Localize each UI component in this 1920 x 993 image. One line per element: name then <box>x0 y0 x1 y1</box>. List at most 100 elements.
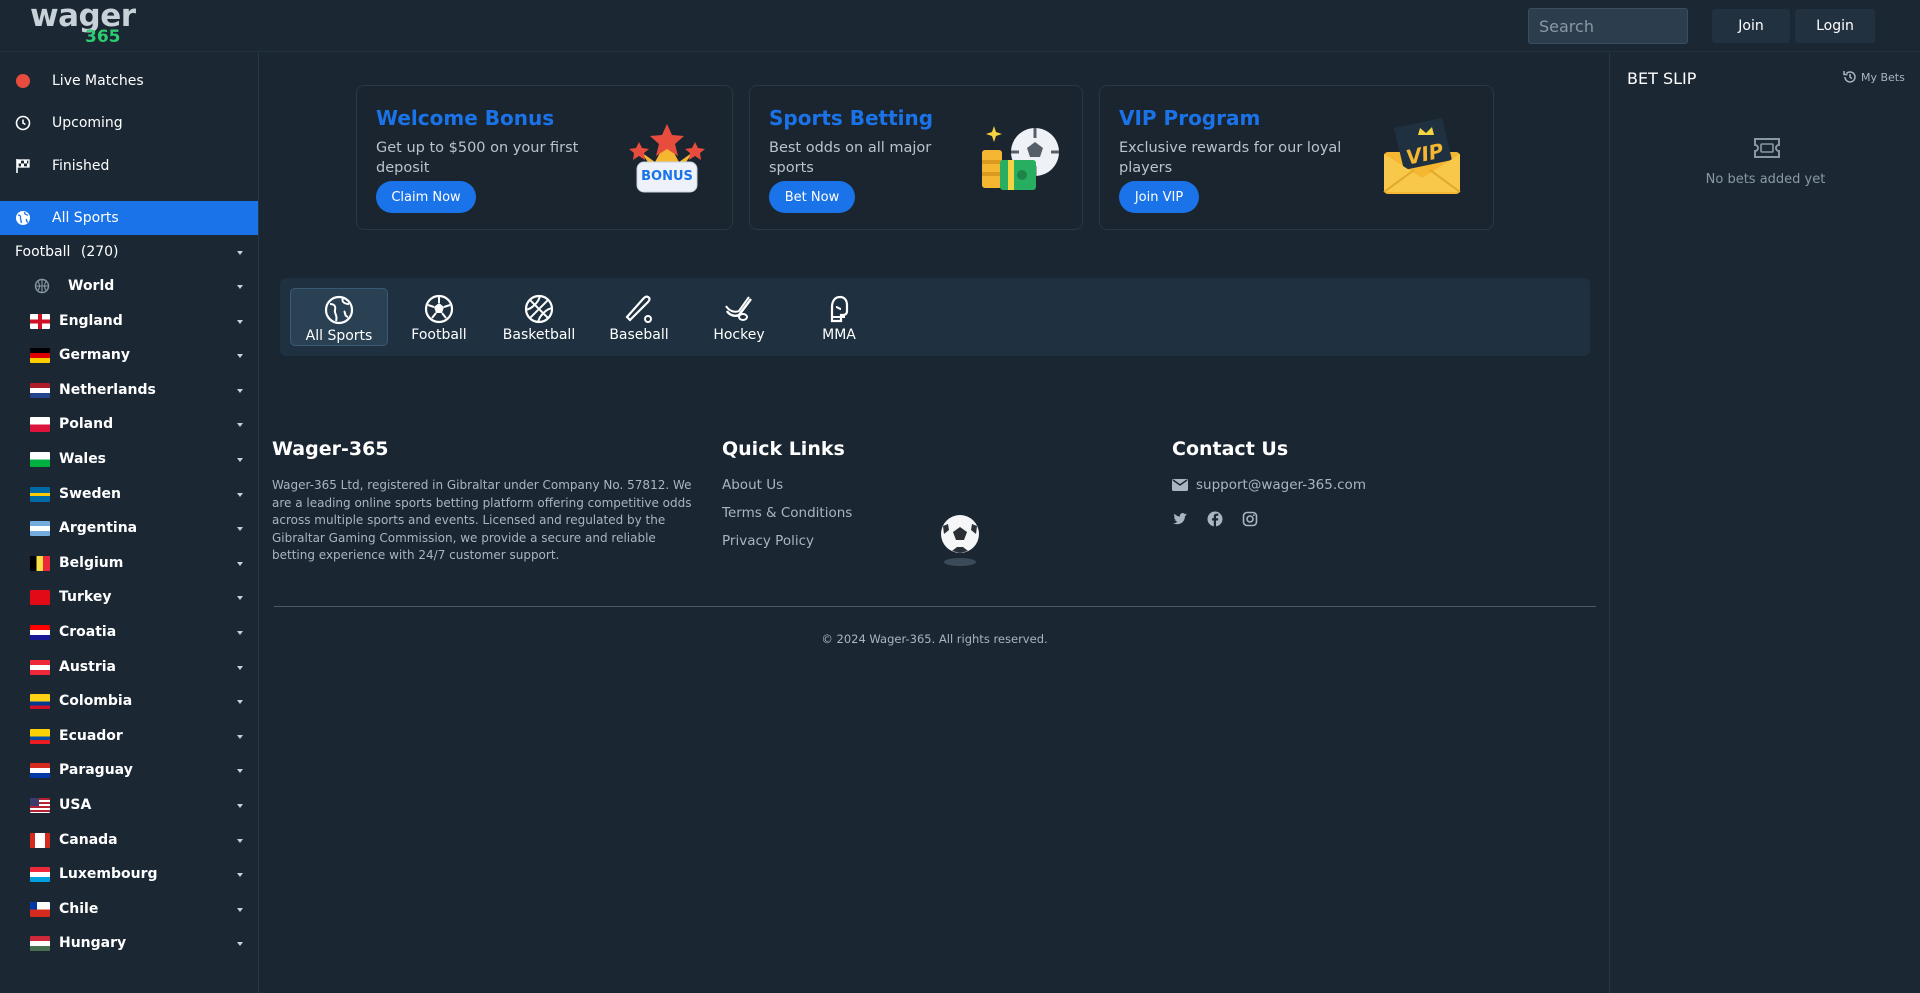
soccer-ball-icon <box>424 294 454 324</box>
sidebar-country-belgium[interactable]: Belgium <box>0 547 258 581</box>
ticket-icon <box>1754 138 1780 158</box>
soccer-ball-icon <box>941 515 979 566</box>
sidebar-item-label: Live Matches <box>52 73 144 89</box>
country-label: Chile <box>59 900 99 917</box>
sidebar-country-canada[interactable]: Canada <box>0 824 258 858</box>
sidebar-item-live[interactable]: Live Matches <box>0 62 258 100</box>
sidebar-category-football[interactable]: Football (270) <box>15 244 119 260</box>
chevron-down-icon[interactable] <box>237 285 243 289</box>
site-logo[interactable]: wager 365 <box>30 0 136 46</box>
chevron-down-icon[interactable] <box>237 458 243 462</box>
sidebar-country-colombia[interactable]: Colombia <box>0 685 258 719</box>
sidebar-country-england[interactable]: England <box>0 305 258 339</box>
footer-brand-title: Wager-365 <box>272 438 389 460</box>
flag-icon <box>30 521 50 537</box>
sidebar-country-austria[interactable]: Austria <box>0 651 258 685</box>
promo-title: VIP Program <box>1119 106 1261 130</box>
sidebar-country-paraguay[interactable]: Paraguay <box>0 754 258 788</box>
promo-title: Welcome Bonus <box>376 106 555 130</box>
sport-tab-hockey[interactable]: Hockey <box>690 288 788 346</box>
flag-icon <box>30 832 50 848</box>
promo-card-sports: Sports Betting Best odds on all major spo… <box>749 85 1083 230</box>
sport-tab-basketball[interactable]: Basketball <box>490 288 588 346</box>
chevron-down-icon[interactable] <box>237 423 243 428</box>
chevron-down-icon[interactable] <box>237 804 243 808</box>
facebook-icon[interactable] <box>1207 511 1223 527</box>
sport-label: All Sports <box>305 328 373 344</box>
sport-tab-mma[interactable]: MMA <box>790 288 888 346</box>
flag-icon <box>30 659 50 675</box>
country-label: Wales <box>59 451 107 467</box>
sidebar-country-germany[interactable]: Germany <box>0 339 258 373</box>
sidebar-country-wales[interactable]: Wales <box>0 443 258 477</box>
sport-tab-all-sports[interactable]: All Sports <box>290 288 388 346</box>
flag-icon <box>30 452 50 467</box>
footer-contact-title: Contact Us <box>1172 438 1289 460</box>
contact-email[interactable]: support@wager-365.com <box>1196 477 1366 493</box>
claim-now-button[interactable]: Claim Now <box>376 181 476 213</box>
sidebar-item-label: Finished <box>52 158 110 174</box>
checkered-flag-icon <box>15 158 31 174</box>
chevron-down-icon[interactable] <box>237 596 243 601</box>
chevron-down-icon[interactable] <box>237 251 243 255</box>
sidebar-item-upcoming[interactable]: Upcoming <box>0 104 258 142</box>
sidebar-country-argentina[interactable]: Argentina <box>0 512 258 546</box>
money-ball-icon <box>982 126 1059 190</box>
sidebar-country-chile[interactable]: Chile <box>0 893 258 927</box>
sidebar-item-all-sports[interactable]: All Sports <box>0 201 258 235</box>
twitter-icon[interactable] <box>1172 511 1188 527</box>
sport-tab-football[interactable]: Football <box>390 288 488 346</box>
footer-link-about[interactable]: About Us <box>722 477 783 493</box>
instagram-icon[interactable] <box>1242 511 1258 527</box>
sidebar-country-world[interactable]: World <box>0 270 258 304</box>
country-label: Ecuador <box>59 727 123 744</box>
join-vip-button[interactable]: Join VIP <box>1119 181 1199 213</box>
flag-icon <box>30 348 50 364</box>
footer-link-privacy[interactable]: Privacy Policy <box>722 533 814 549</box>
login-button[interactable]: Login <box>1795 9 1875 43</box>
country-label: Poland <box>59 416 114 433</box>
sidebar-country-netherlands[interactable]: Netherlands <box>0 374 258 408</box>
chevron-down-icon[interactable] <box>237 527 243 532</box>
sidebar-country-usa[interactable]: USA <box>0 789 258 823</box>
bet-now-button[interactable]: Bet Now <box>769 181 855 213</box>
sidebar-country-turkey[interactable]: Turkey <box>0 581 258 615</box>
sport-label: Hockey <box>713 327 765 343</box>
chevron-down-icon[interactable] <box>237 907 243 912</box>
chevron-down-icon[interactable] <box>237 319 243 324</box>
chevron-down-icon[interactable] <box>237 354 243 359</box>
chevron-down-icon[interactable] <box>237 665 243 670</box>
history-icon <box>1843 71 1856 83</box>
flag-icon <box>30 486 50 502</box>
flag-icon <box>30 417 50 433</box>
country-label: Turkey <box>59 589 112 606</box>
flag-icon <box>30 867 50 883</box>
my-bets-link[interactable]: My Bets <box>1842 69 1905 85</box>
sidebar-item-label: All Sports <box>52 210 119 226</box>
footer-link-terms[interactable]: Terms & Conditions <box>722 505 852 521</box>
sport-tab-baseball[interactable]: Baseball <box>590 288 688 346</box>
baseball-bat-icon <box>625 295 652 323</box>
sidebar-country-hungary[interactable]: Hungary <box>0 927 258 961</box>
sidebar-country-sweden[interactable]: Sweden <box>0 478 258 512</box>
country-label: Netherlands <box>59 381 156 398</box>
chevron-down-icon[interactable] <box>237 873 243 878</box>
chevron-down-icon[interactable] <box>237 734 243 739</box>
chevron-down-icon[interactable] <box>237 838 243 843</box>
sport-label: Football <box>411 327 467 343</box>
flag-icon <box>30 590 50 606</box>
sidebar-country-luxembourg[interactable]: Luxembourg <box>0 858 258 892</box>
sidebar-country-poland[interactable]: Poland <box>0 408 258 442</box>
chevron-down-icon[interactable] <box>237 942 243 947</box>
chevron-down-icon[interactable] <box>237 700 243 705</box>
search-input[interactable] <box>1528 8 1688 44</box>
chevron-down-icon[interactable] <box>237 492 243 497</box>
chevron-down-icon[interactable] <box>237 769 243 774</box>
sidebar-country-ecuador[interactable]: Ecuador <box>0 720 258 754</box>
chevron-down-icon[interactable] <box>237 561 243 566</box>
flag-icon <box>30 901 50 917</box>
sidebar-item-finished[interactable]: Finished <box>0 147 258 185</box>
join-button[interactable]: Join <box>1712 9 1790 43</box>
chevron-down-icon[interactable] <box>237 388 243 393</box>
promo-description: Get up to $500 on your first deposit <box>376 140 579 176</box>
